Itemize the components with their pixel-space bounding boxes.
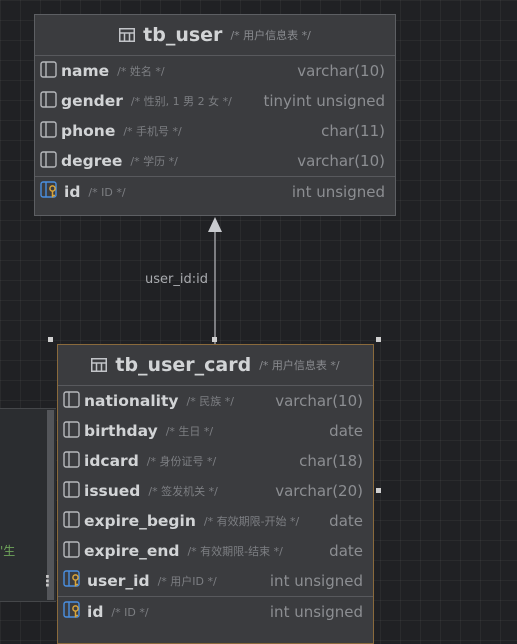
column-name: gender	[61, 92, 123, 110]
table-comment: /* 用户信息表 */	[230, 29, 311, 42]
column-type: date	[329, 422, 363, 440]
column-row[interactable]: expire_begin /* 有效期限-开始 */ date	[58, 506, 373, 536]
column-name: name	[61, 62, 110, 80]
column-row[interactable]: gender /* 性别, 1 男 2 女 */ tinyint unsigned	[35, 86, 395, 116]
more-options-icon[interactable]: ⋮	[40, 572, 55, 590]
column-type: varchar(10)	[297, 62, 385, 80]
primary-key-icon	[40, 181, 60, 203]
column-list: name /* 姓名 */ varchar(10) gender /* 性别, 1 男 …	[35, 56, 395, 176]
column-type: varchar(20)	[275, 482, 363, 500]
column-icon	[40, 60, 57, 82]
column-comment: /* 民族 */	[186, 395, 234, 408]
column-row[interactable]: id /* ID */ int unsigned	[58, 597, 373, 627]
column-row[interactable]: issued /* 签发机关 */ varchar(20)	[58, 476, 373, 506]
column-icon	[63, 420, 80, 442]
table-icon	[91, 358, 108, 372]
column-name: expire_begin	[84, 512, 196, 530]
relation-arrowhead	[208, 217, 222, 232]
column-type: tinyint unsigned	[263, 92, 385, 110]
column-type: int unsigned	[291, 183, 385, 201]
table-tb-user[interactable]: tb_user /* 用户信息表 */ name /* 姓名 */ varchar(…	[34, 14, 396, 216]
table-header: tb_user_card /* 用户信息表 */	[58, 345, 373, 386]
foreign-key-icon	[63, 570, 83, 592]
column-name: birthday	[84, 422, 158, 440]
column-comment: /* 有效期限-开始 */	[203, 515, 300, 528]
column-comment: /* 用户ID */	[157, 575, 217, 588]
column-icon	[63, 510, 80, 532]
column-icon	[63, 450, 80, 472]
column-type: date	[329, 512, 363, 530]
column-row[interactable]: phone /* 手机号 */ char(11)	[35, 116, 395, 146]
column-name: user_id	[87, 572, 150, 590]
column-comment: /* ID */	[111, 605, 149, 619]
column-name: expire_end	[84, 542, 180, 560]
column-type: varchar(10)	[297, 152, 385, 170]
column-comment: /* 姓名 */	[117, 65, 165, 78]
column-name: id	[64, 183, 81, 201]
column-row[interactable]: expire_end /* 有效期限-结束 */ date	[58, 536, 373, 566]
column-comment: /* 手机号 */	[123, 125, 182, 138]
table-comment: /* 用户信息表 */	[259, 359, 340, 372]
column-type: int unsigned	[269, 603, 363, 621]
column-comment: /* 签发机关 */	[148, 485, 218, 498]
column-comment: /* 生日 */	[165, 425, 214, 438]
column-row[interactable]: id /* ID */ int unsigned	[35, 177, 395, 207]
selection-handle[interactable]	[376, 488, 381, 493]
column-icon	[40, 120, 57, 142]
table-name: tb_user	[143, 24, 223, 46]
column-name: nationality	[84, 392, 179, 410]
column-name: degree	[61, 152, 123, 170]
side-panel-text: '生	[0, 544, 16, 558]
column-type: date	[329, 542, 363, 560]
key-list: id /* ID */ int unsigned	[35, 177, 395, 207]
column-icon	[40, 90, 57, 112]
column-row[interactable]: idcard /* 身份证号 */ char(18)	[58, 446, 373, 476]
relation-label: user_id:id	[145, 272, 208, 287]
column-icon	[63, 540, 80, 562]
column-type: char(11)	[321, 122, 385, 140]
table-name: tb_user_card	[115, 354, 252, 376]
column-icon	[63, 480, 80, 502]
column-comment: /* 有效期限-结束 */	[187, 545, 283, 558]
table-header: tb_user /* 用户信息表 */	[35, 15, 395, 56]
selection-handle[interactable]	[212, 337, 217, 342]
table-icon	[119, 28, 136, 42]
column-row[interactable]: birthday /* 生日 */ date	[58, 416, 373, 446]
column-comment: /* ID */	[88, 185, 126, 199]
column-row[interactable]: nationality /* 民族 */ varchar(10)	[58, 386, 373, 416]
column-type: char(18)	[299, 452, 363, 470]
column-type: varchar(10)	[275, 392, 363, 410]
column-row[interactable]: name /* 姓名 */ varchar(10)	[35, 56, 395, 86]
column-name: idcard	[84, 452, 139, 470]
primary-key-icon	[63, 601, 83, 623]
selection-handle[interactable]	[376, 337, 381, 342]
column-type: int unsigned	[269, 572, 363, 590]
column-icon	[40, 150, 57, 172]
column-name: issued	[84, 482, 141, 500]
column-name: phone	[61, 122, 116, 140]
column-comment: /* 性别, 1 男 2 女 */	[130, 95, 232, 108]
column-comment: /* 身份证号 */	[146, 455, 217, 468]
column-list: nationality /* 民族 */ varchar(10) birthday /*…	[58, 386, 373, 596]
column-row[interactable]: user_id /* 用户ID */ int unsigned	[58, 566, 373, 596]
column-comment: /* 学历 */	[130, 155, 178, 168]
column-name: id	[87, 603, 104, 621]
selection-handle[interactable]	[48, 337, 53, 342]
table-tb-user-card[interactable]: tb_user_card /* 用户信息表 */ nationality /* 民…	[57, 344, 374, 644]
column-icon	[63, 390, 80, 412]
column-row[interactable]: degree /* 学历 */ varchar(10)	[35, 146, 395, 176]
key-list: id /* ID */ int unsigned	[58, 597, 373, 627]
